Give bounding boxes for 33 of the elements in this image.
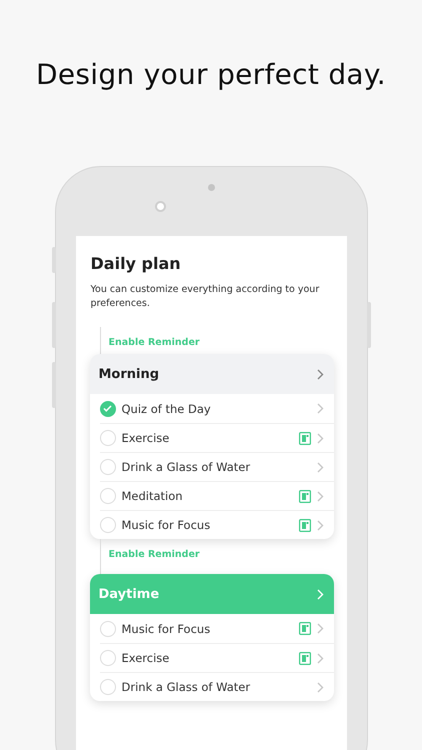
chevron-icon [316, 403, 324, 414]
chevron-icon [316, 462, 324, 472]
chevron-icon [316, 368, 324, 380]
headline: Design your perfect day. [36, 58, 386, 91]
chevron-icon [316, 652, 324, 664]
chevron-icon [316, 588, 324, 600]
check-icon [103, 405, 112, 412]
checkbox[interactable] [100, 488, 116, 504]
speaker-icon [208, 184, 214, 191]
task-label[interactable]: Drink a Glass of Water [122, 460, 316, 474]
checkbox[interactable] [100, 679, 116, 695]
task-label[interactable]: Exercise [122, 431, 298, 445]
camera-icon [154, 201, 166, 212]
task-label[interactable]: Music for Focus [122, 622, 298, 636]
checkbox[interactable] [100, 620, 116, 636]
task-label[interactable]: Quiz of the Day [122, 402, 316, 416]
chevron-icon [316, 623, 324, 634]
chevron-icon [316, 520, 324, 530]
chevron-icon [316, 682, 324, 692]
checkbox[interactable] [100, 650, 116, 666]
chevron-icon [316, 432, 324, 444]
task-label[interactable]: Meditation [122, 489, 298, 503]
screen-subtitle: You can customize everything according to your preferences. [90, 283, 320, 311]
task-label[interactable]: Music for Focus [122, 518, 298, 532]
checkbox[interactable] [100, 400, 116, 416]
task-label[interactable]: Exercise [122, 651, 298, 665]
section-header[interactable]: Morning [90, 354, 334, 394]
chevron-icon [316, 490, 324, 502]
checkbox[interactable] [100, 430, 116, 446]
checkbox[interactable] [100, 517, 116, 533]
screen-title: Daily plan [90, 254, 182, 273]
checkbox[interactable] [100, 459, 116, 475]
task-label[interactable]: Drink a Glass of Water [122, 680, 316, 694]
